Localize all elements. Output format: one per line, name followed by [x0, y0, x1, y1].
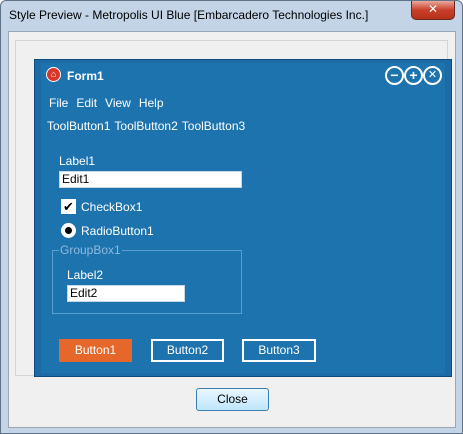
menu-bar: File Edit View Help	[49, 96, 172, 110]
style-preview-window: Style Preview - Metropolis UI Blue [Emba…	[0, 0, 463, 434]
preview-form-body: ⌂ Form1 − + ✕ File Edit View Help ToolButto…	[41, 63, 445, 373]
radiobutton1[interactable]	[61, 223, 76, 238]
checkbox1-label[interactable]: CheckBox1	[81, 200, 142, 214]
edit1-input[interactable]: Edit1	[59, 171, 242, 188]
label2: Label2	[67, 268, 104, 282]
groupbox1-title: GroupBox1	[59, 243, 122, 257]
toolbar: ToolButton1 ToolButton2 ToolButton3	[47, 119, 249, 133]
window-close-button[interactable]: ✕	[411, 1, 455, 20]
label1: Label1	[59, 154, 96, 168]
menu-view[interactable]: View	[105, 96, 131, 110]
edit2-input[interactable]: Edit2	[67, 285, 185, 302]
tool-button-2[interactable]: ToolButton2	[114, 119, 177, 133]
window-title: Style Preview - Metropolis UI Blue [Emba…	[9, 8, 369, 22]
checkbox1[interactable]: ✔	[61, 199, 76, 214]
preview-form: ⌂ Form1 − + ✕ File Edit View Help ToolButto…	[34, 59, 452, 377]
preview-panel: ⌂ Form1 − + ✕ File Edit View Help ToolButto…	[15, 40, 452, 377]
button1[interactable]: Button1	[59, 339, 132, 362]
close-button[interactable]: Close	[196, 388, 269, 411]
button3[interactable]: Button3	[242, 339, 316, 362]
radiobutton1-label[interactable]: RadioButton1	[81, 224, 154, 238]
form-title: Form1	[67, 69, 104, 83]
form-close-button[interactable]: ✕	[423, 66, 442, 85]
minimize-button[interactable]: −	[385, 66, 404, 85]
window-client-area: ⌂ Form1 − + ✕ File Edit View Help ToolButto…	[8, 31, 456, 428]
menu-edit[interactable]: Edit	[76, 96, 97, 110]
tool-button-3[interactable]: ToolButton3	[182, 119, 245, 133]
menu-help[interactable]: Help	[139, 96, 164, 110]
groupbox1: GroupBox1 Label2 Edit2	[52, 243, 242, 314]
tool-button-1[interactable]: ToolButton1	[47, 119, 110, 133]
menu-file[interactable]: File	[49, 96, 68, 110]
maximize-button[interactable]: +	[404, 66, 423, 85]
button2[interactable]: Button2	[151, 339, 224, 362]
radio-selected-dot	[65, 227, 72, 234]
bank-icon: ⌂	[46, 67, 61, 82]
